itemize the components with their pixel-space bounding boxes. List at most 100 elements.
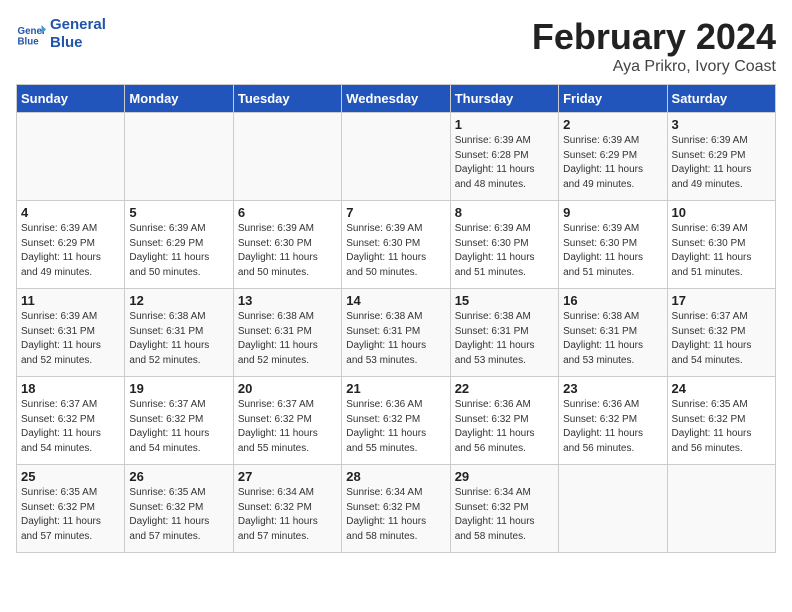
day-cell: 11 Sunrise: 6:39 AM Sunset: 6:31 PM Dayli… [17,289,125,377]
day-number: 4 [21,205,120,220]
week-row-5: 25 Sunrise: 6:35 AM Sunset: 6:32 PM Dayli… [17,465,776,553]
day-cell: 26 Sunrise: 6:35 AM Sunset: 6:32 PM Dayli… [125,465,233,553]
day-info: Sunrise: 6:39 AM Sunset: 6:28 PM Dayligh… [455,134,554,192]
day-cell: 25 Sunrise: 6:35 AM Sunset: 6:32 PM Dayli… [17,465,125,553]
day-cell: 17 Sunrise: 6:37 AM Sunset: 6:32 PM Dayli… [667,289,775,377]
day-info: Sunrise: 6:39 AM Sunset: 6:30 PM Dayligh… [455,222,554,280]
day-number: 21 [346,381,445,396]
day-number: 23 [563,381,662,396]
day-number: 16 [563,293,662,308]
day-number: 17 [672,293,771,308]
day-info: Sunrise: 6:36 AM Sunset: 6:32 PM Dayligh… [563,398,662,456]
day-cell: 24 Sunrise: 6:35 AM Sunset: 6:32 PM Dayli… [667,377,775,465]
day-cell: 14 Sunrise: 6:38 AM Sunset: 6:31 PM Dayli… [342,289,450,377]
day-info: Sunrise: 6:38 AM Sunset: 6:31 PM Dayligh… [238,310,337,368]
day-cell: 16Sunrise: 6:38 AM Sunset: 6:31 PM Dayli… [559,289,667,377]
weekday-header-thursday: Thursday [450,85,558,113]
day-cell: 18Sunrise: 6:37 AM Sunset: 6:32 PM Dayli… [17,377,125,465]
day-cell [125,113,233,201]
day-number: 1 [455,117,554,132]
day-number: 28 [346,469,445,484]
day-number: 26 [129,469,228,484]
day-info: Sunrise: 6:39 AM Sunset: 6:30 PM Dayligh… [563,222,662,280]
day-info: Sunrise: 6:39 AM Sunset: 6:31 PM Dayligh… [21,310,120,368]
day-info: Sunrise: 6:39 AM Sunset: 6:30 PM Dayligh… [238,222,337,280]
weekday-header-saturday: Saturday [667,85,775,113]
day-cell: 5Sunrise: 6:39 AM Sunset: 6:29 PM Daylig… [125,201,233,289]
day-cell [17,113,125,201]
day-number: 2 [563,117,662,132]
day-cell: 1 Sunrise: 6:39 AM Sunset: 6:28 PM Daylig… [450,113,558,201]
day-info: Sunrise: 6:38 AM Sunset: 6:31 PM Dayligh… [129,310,228,368]
day-number: 10 [672,205,771,220]
day-number: 7 [346,205,445,220]
day-number: 6 [238,205,337,220]
weekday-header-wednesday: Wednesday [342,85,450,113]
svg-text:Blue: Blue [18,37,40,48]
day-cell: 23 Sunrise: 6:36 AM Sunset: 6:32 PM Dayli… [559,377,667,465]
day-number: 13 [238,293,337,308]
day-info: Sunrise: 6:37 AM Sunset: 6:32 PM Dayligh… [238,398,337,456]
logo: General Blue General Blue [16,16,106,52]
day-cell: 4 Sunrise: 6:39 AM Sunset: 6:29 PM Daylig… [17,201,125,289]
day-cell: 19 Sunrise: 6:37 AM Sunset: 6:32 PM Dayli… [125,377,233,465]
week-row-4: 18Sunrise: 6:37 AM Sunset: 6:32 PM Dayli… [17,377,776,465]
logo-blue: Blue [50,34,106,52]
day-info: Sunrise: 6:39 AM Sunset: 6:29 PM Dayligh… [563,134,662,192]
logo-icon: General Blue [16,19,46,49]
day-cell: 28 Sunrise: 6:34 AM Sunset: 6:32 PM Dayli… [342,465,450,553]
logo-general: General [50,16,106,34]
day-info: Sunrise: 6:34 AM Sunset: 6:32 PM Dayligh… [346,486,445,544]
day-cell: 12 Sunrise: 6:38 AM Sunset: 6:31 PM Dayli… [125,289,233,377]
day-info: Sunrise: 6:38 AM Sunset: 6:31 PM Dayligh… [346,310,445,368]
weekday-header-tuesday: Tuesday [233,85,341,113]
day-cell: 10 Sunrise: 6:39 AM Sunset: 6:30 PM Dayli… [667,201,775,289]
day-info: Sunrise: 6:34 AM Sunset: 6:32 PM Dayligh… [238,486,337,544]
day-info: Sunrise: 6:39 AM Sunset: 6:30 PM Dayligh… [346,222,445,280]
day-info: Sunrise: 6:35 AM Sunset: 6:32 PM Dayligh… [21,486,120,544]
day-cell: 7 Sunrise: 6:39 AM Sunset: 6:30 PM Daylig… [342,201,450,289]
calendar-table: SundayMondayTuesdayWednesdayThursdayFrid… [16,84,776,553]
day-info: Sunrise: 6:35 AM Sunset: 6:32 PM Dayligh… [129,486,228,544]
day-number: 19 [129,381,228,396]
week-row-2: 4 Sunrise: 6:39 AM Sunset: 6:29 PM Daylig… [17,201,776,289]
day-number: 8 [455,205,554,220]
weekday-header-sunday: Sunday [17,85,125,113]
day-info: Sunrise: 6:37 AM Sunset: 6:32 PM Dayligh… [21,398,120,456]
week-row-1: 1 Sunrise: 6:39 AM Sunset: 6:28 PM Daylig… [17,113,776,201]
day-info: Sunrise: 6:39 AM Sunset: 6:30 PM Dayligh… [672,222,771,280]
day-number: 3 [672,117,771,132]
day-info: Sunrise: 6:37 AM Sunset: 6:32 PM Dayligh… [672,310,771,368]
day-info: Sunrise: 6:39 AM Sunset: 6:29 PM Dayligh… [21,222,120,280]
day-info: Sunrise: 6:35 AM Sunset: 6:32 PM Dayligh… [672,398,771,456]
day-cell: 2 Sunrise: 6:39 AM Sunset: 6:29 PM Daylig… [559,113,667,201]
week-row-3: 11 Sunrise: 6:39 AM Sunset: 6:31 PM Dayli… [17,289,776,377]
day-number: 25 [21,469,120,484]
day-info: Sunrise: 6:39 AM Sunset: 6:29 PM Dayligh… [672,134,771,192]
day-info: Sunrise: 6:37 AM Sunset: 6:32 PM Dayligh… [129,398,228,456]
day-cell: 6 Sunrise: 6:39 AM Sunset: 6:30 PM Daylig… [233,201,341,289]
day-info: Sunrise: 6:38 AM Sunset: 6:31 PM Dayligh… [455,310,554,368]
day-cell: 8 Sunrise: 6:39 AM Sunset: 6:30 PM Daylig… [450,201,558,289]
day-number: 9 [563,205,662,220]
day-cell: 3 Sunrise: 6:39 AM Sunset: 6:29 PM Daylig… [667,113,775,201]
day-cell: 9 Sunrise: 6:39 AM Sunset: 6:30 PM Daylig… [559,201,667,289]
day-number: 29 [455,469,554,484]
day-info: Sunrise: 6:39 AM Sunset: 6:29 PM Dayligh… [129,222,228,280]
day-number: 20 [238,381,337,396]
day-cell: 15Sunrise: 6:38 AM Sunset: 6:31 PM Dayli… [450,289,558,377]
day-cell: 27 Sunrise: 6:34 AM Sunset: 6:32 PM Dayli… [233,465,341,553]
day-number: 14 [346,293,445,308]
day-number: 27 [238,469,337,484]
day-number: 24 [672,381,771,396]
page-header: General Blue General Blue February 2024 … [16,16,776,76]
weekday-header-row: SundayMondayTuesdayWednesdayThursdayFrid… [17,85,776,113]
day-cell [559,465,667,553]
weekday-header-monday: Monday [125,85,233,113]
day-cell: 13 Sunrise: 6:38 AM Sunset: 6:31 PM Dayli… [233,289,341,377]
day-cell: 20 Sunrise: 6:37 AM Sunset: 6:32 PM Dayli… [233,377,341,465]
day-cell: 21Sunrise: 6:36 AM Sunset: 6:32 PM Dayli… [342,377,450,465]
day-number: 11 [21,293,120,308]
title-block: February 2024 Aya Prikro, Ivory Coast [532,16,776,76]
day-number: 12 [129,293,228,308]
